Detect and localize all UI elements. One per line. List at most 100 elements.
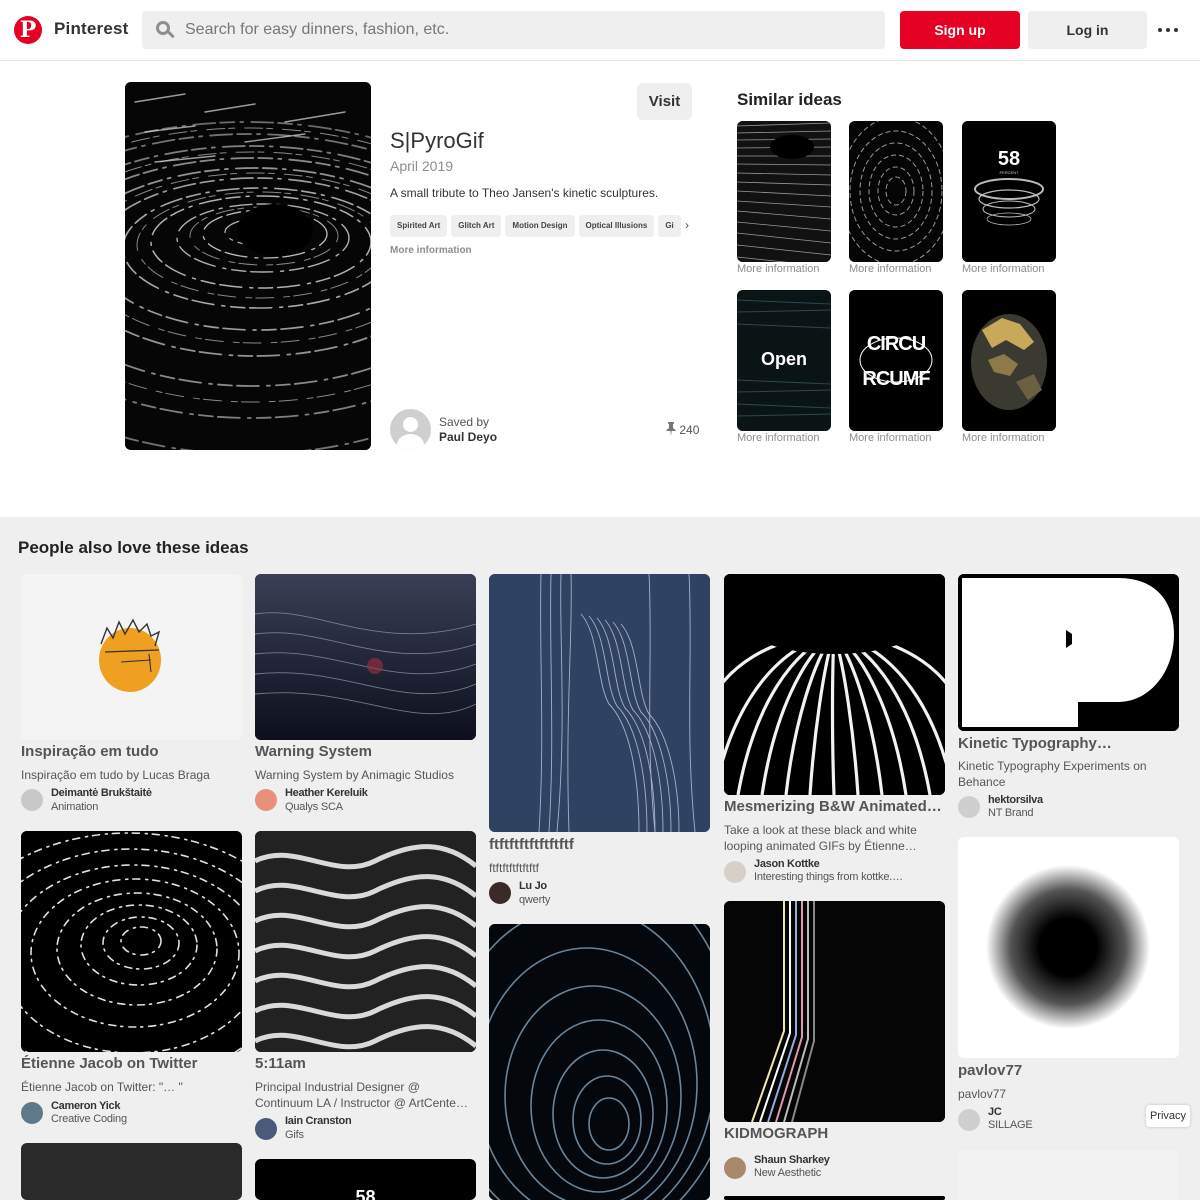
tag-chip[interactable]: Spirited Art: [390, 215, 448, 237]
search-input[interactable]: [185, 11, 865, 49]
pin-card-image[interactable]: [724, 1196, 945, 1200]
logo-letter: P: [19, 17, 37, 43]
pin-card-user[interactable]: Shaun Sharkey: [754, 1154, 830, 1166]
pin-card-image[interactable]: [21, 1143, 242, 1200]
pin-card-title[interactable]: Kinetic Typography…: [958, 735, 1179, 752]
similar-idea-thumbnail[interactable]: 58 PERCENT: [962, 121, 1056, 262]
avatar[interactable]: [958, 796, 980, 818]
pin-card-description: Étienne Jacob on Twitter: "… ": [21, 1080, 183, 1094]
similar-idea-thumbnail[interactable]: [849, 121, 943, 262]
pin-card-title[interactable]: 5:11am: [255, 1055, 476, 1072]
brand-name[interactable]: Pinterest: [54, 19, 129, 39]
pin-card-image[interactable]: [255, 574, 476, 740]
more-information-link[interactable]: More information: [737, 263, 820, 275]
signup-button[interactable]: Sign up: [900, 11, 1020, 49]
pin-card-description: ftftftftftftftf: [489, 861, 540, 875]
avatar[interactable]: [724, 861, 746, 883]
more-information-link[interactable]: More information: [390, 245, 472, 256]
similar-idea-thumbnail[interactable]: Open: [737, 290, 831, 431]
pin-card-image[interactable]: [958, 574, 1179, 731]
circumference-text-top: CIRCU: [866, 333, 926, 355]
avatar[interactable]: [958, 1109, 980, 1131]
privacy-button[interactable]: Privacy: [1146, 1105, 1190, 1127]
pin-card-user[interactable]: Cameron Yick: [51, 1100, 120, 1112]
pin-card-image[interactable]: 58: [255, 1159, 476, 1200]
pin-count-value: 240: [679, 423, 700, 437]
pin-main-image[interactable]: [125, 82, 371, 450]
pin-card-board[interactable]: SILLAGE: [988, 1119, 1033, 1131]
similar-idea-thumbnail[interactable]: CIRCU RCUMF: [849, 290, 943, 431]
pin-card-image[interactable]: [958, 837, 1179, 1058]
pin-card-image[interactable]: [255, 831, 476, 1052]
more-information-link[interactable]: More information: [962, 432, 1045, 444]
visit-button[interactable]: Visit: [637, 83, 692, 120]
chevron-right-icon[interactable]: ›: [685, 218, 689, 232]
pin-card-board[interactable]: Gifs: [285, 1129, 304, 1141]
search-bar[interactable]: [142, 11, 885, 49]
saver-name[interactable]: Paul Deyo: [439, 430, 497, 444]
pinterest-logo-icon[interactable]: P: [14, 16, 42, 44]
pin-card-title[interactable]: KIDMOGRAPH: [724, 1125, 945, 1142]
pin-card-description: Warning System by Animagic Studios: [255, 768, 454, 782]
pin-card-user[interactable]: Iain Cranston: [285, 1115, 352, 1127]
pin-card-title[interactable]: pavlov77: [958, 1062, 1179, 1079]
tag-chip[interactable]: Motion Design: [505, 215, 575, 237]
pin-card-user[interactable]: hektorsilva: [988, 794, 1043, 806]
pin-card-image[interactable]: [724, 574, 945, 795]
search-icon: [156, 21, 175, 39]
pin-count: 240: [666, 422, 699, 437]
pin-card-description: Kinetic Typography Experiments on Behanc…: [958, 759, 1147, 789]
avatar[interactable]: [255, 1118, 277, 1140]
pin-card-user[interactable]: Lu Jo: [519, 880, 547, 892]
similar-idea-thumbnail[interactable]: [962, 290, 1056, 431]
login-button[interactable]: Log in: [1028, 11, 1147, 49]
pin-card-title[interactable]: Mesmerizing B&W Animated…: [724, 798, 945, 815]
more-information-link[interactable]: More information: [849, 432, 932, 444]
pin-card-board[interactable]: NT Brand: [988, 807, 1033, 819]
avatar[interactable]: [489, 882, 511, 904]
pin-card-title[interactable]: ftftftftftftftftf: [489, 836, 710, 853]
pin-card-user[interactable]: JC: [988, 1106, 1002, 1118]
pin-card-image[interactable]: [21, 831, 242, 1052]
pin-card-user[interactable]: Deimantė Brukštaitė: [51, 787, 152, 799]
pin-card-image[interactable]: [958, 1150, 1179, 1200]
pin-card-board[interactable]: Animation: [51, 801, 98, 813]
more-options-icon[interactable]: [1158, 20, 1182, 40]
tag-list: Spirited Art Glitch Art Motion Design Optic…: [390, 215, 696, 237]
pin-card-image[interactable]: [489, 924, 710, 1200]
tag-chip[interactable]: Optical Illusions: [578, 215, 655, 237]
pin-card-description: Take a look at these black and white loo…: [724, 823, 917, 853]
tag-chip[interactable]: Gi: [658, 215, 681, 237]
pin-card-image[interactable]: [21, 574, 242, 740]
percent-caption: PERCENT: [999, 170, 1019, 175]
percent-value: 58: [997, 148, 1021, 170]
pin-card-board[interactable]: New Aesthetic: [754, 1167, 821, 1179]
pin-card-board[interactable]: Interesting things from kottke.…: [754, 871, 903, 883]
more-information-link[interactable]: More information: [737, 432, 820, 444]
pin-card-title[interactable]: Warning System: [255, 743, 476, 760]
pin-card-peek-label: 58: [355, 1187, 376, 1200]
avatar[interactable]: [21, 789, 43, 811]
pin-title: S|PyroGif: [390, 128, 484, 153]
more-information-link[interactable]: More information: [962, 263, 1045, 275]
pin-card-user[interactable]: Heather Kereluik: [285, 787, 368, 799]
avatar[interactable]: [724, 1157, 746, 1179]
circumference-text-bottom: RCUMF: [862, 368, 930, 390]
pin-card-title[interactable]: Étienne Jacob on Twitter: [21, 1055, 242, 1072]
pin-card-board[interactable]: Creative Coding: [51, 1113, 127, 1125]
pin-card-board[interactable]: qwerty: [519, 894, 550, 906]
saved-by-label: Saved by: [439, 415, 490, 429]
pin-card-image[interactable]: [724, 901, 945, 1122]
feed-heading: People also love these ideas: [18, 538, 249, 557]
tag-chip[interactable]: Glitch Art: [451, 215, 502, 237]
avatar[interactable]: [255, 789, 277, 811]
avatar[interactable]: [390, 409, 431, 450]
pin-card-user[interactable]: Jason Kottke: [754, 858, 820, 870]
pin-card-image[interactable]: [489, 574, 710, 832]
pin-description: A small tribute to Theo Jansen's kinetic…: [390, 186, 659, 200]
avatar[interactable]: [21, 1102, 43, 1124]
similar-idea-thumbnail[interactable]: [737, 121, 831, 262]
pin-card-board[interactable]: Qualys SCA: [285, 801, 343, 813]
pin-card-title[interactable]: Inspiração em tudo: [21, 743, 242, 760]
more-information-link[interactable]: More information: [849, 263, 932, 275]
